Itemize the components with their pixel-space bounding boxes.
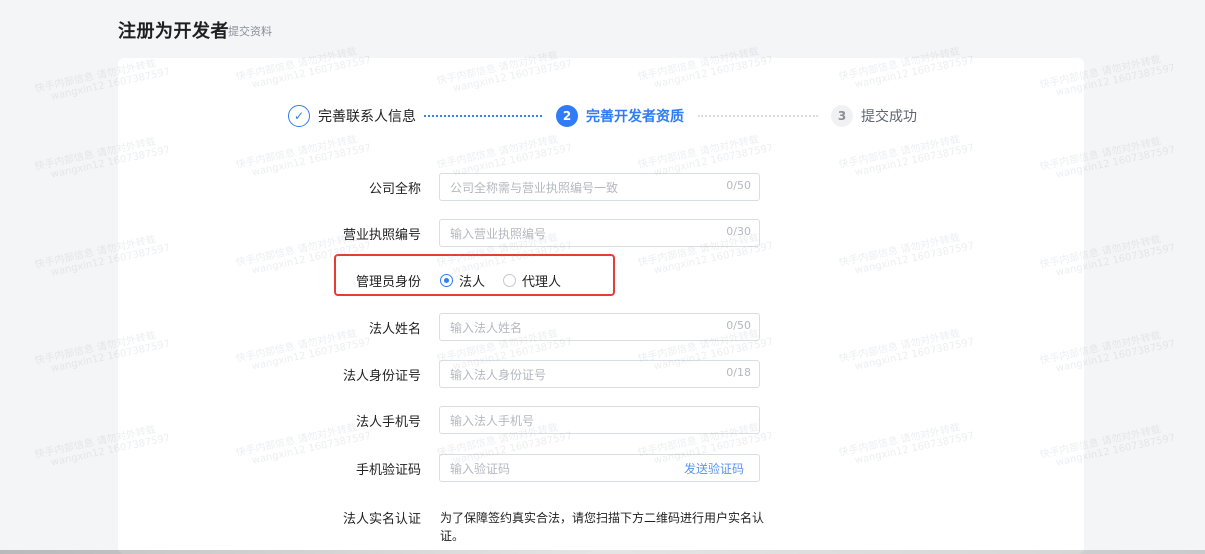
license-number-placeholder: 输入营业执照编号	[450, 227, 547, 241]
step-connector-2	[698, 115, 818, 119]
legal-name-label: 法人姓名	[368, 322, 421, 337]
license-number-counter: 0/30	[726, 225, 751, 238]
step-contact-info-label: 完善联系人信息	[318, 109, 416, 125]
legal-name-input[interactable]: 输入法人姓名 0/50	[439, 313, 760, 341]
legal-name-row: 法人姓名 输入法人姓名 0/50	[118, 313, 1084, 341]
admin-identity-agent-radio[interactable]: 代理人	[503, 271, 561, 290]
step-submit-success-label: 提交成功	[861, 109, 917, 125]
admin-identity-label: 管理员身份	[355, 275, 421, 290]
legal-id-counter: 0/18	[726, 366, 751, 379]
verification-code-input[interactable]: 输入验证码 发送验证码	[439, 454, 760, 482]
admin-identity-row: 管理员身份 法人 代理人	[118, 266, 1084, 294]
admin-identity-radio-group: 法人 代理人	[440, 269, 561, 291]
admin-identity-legal-person-radio[interactable]: 法人	[440, 271, 485, 290]
page-title: 注册为开发者	[118, 21, 229, 42]
license-number-row: 营业执照编号 输入营业执照编号 0/30	[118, 219, 1084, 247]
company-name-counter: 0/50	[726, 179, 751, 192]
admin-identity-agent-label: 代理人	[522, 274, 562, 290]
completed-check-icon: ✓	[288, 105, 310, 127]
company-name-label: 公司全称	[368, 182, 421, 197]
developer-form: 公司全称 公司全称需与营业执照编号一致 0/50 营业执照编号 输入营业执照编号…	[118, 162, 1084, 552]
top-header: 注册为开发者 提交资料	[0, 0, 1205, 60]
company-name-input[interactable]: 公司全称需与营业执照编号一致 0/50	[439, 173, 760, 201]
page-subtitle: 提交资料	[228, 25, 272, 38]
admin-identity-legal-person-label: 法人	[459, 274, 486, 290]
legal-phone-row: 法人手机号 输入法人手机号	[118, 406, 1084, 434]
legal-phone-label: 法人手机号	[355, 415, 421, 430]
legal-id-label: 法人身份证号	[342, 369, 421, 384]
legal-name-counter: 0/50	[726, 319, 751, 332]
verification-code-placeholder: 输入验证码	[450, 462, 511, 476]
legal-phone-placeholder: 输入法人手机号	[450, 414, 535, 428]
page: 注册为开发者 提交资料 ✓ 完善联系人信息 2 完善开发者资质 3 提交成功 公…	[0, 0, 1205, 554]
step-submit-success[interactable]: 3 提交成功	[831, 104, 917, 128]
radio-selected-icon	[440, 273, 453, 287]
real-name-verify-label: 法人实名认证	[342, 512, 421, 527]
verification-code-label: 手机验证码	[355, 463, 421, 478]
step-3-badge: 3	[831, 105, 853, 127]
step-2-badge: 2	[556, 105, 578, 127]
step-contact-info[interactable]: ✓ 完善联系人信息	[288, 104, 416, 128]
real-name-verify-row: 法人实名认证 为了保障签约真实合法，请您扫描下方二维码进行用户实名认证。	[118, 503, 1084, 543]
radio-unselected-icon	[503, 273, 517, 287]
verification-code-row: 手机验证码 输入验证码 发送验证码	[118, 454, 1084, 482]
real-name-verify-description: 为了保障签约真实合法，请您扫描下方二维码进行用户实名认证。	[440, 511, 765, 543]
progress-stepper: ✓ 完善联系人信息 2 完善开发者资质 3 提交成功	[288, 104, 938, 128]
send-code-button[interactable]: 发送验证码	[684, 460, 744, 477]
registration-card: ✓ 完善联系人信息 2 完善开发者资质 3 提交成功 公司全称 公司全称需与营业…	[118, 58, 1084, 554]
legal-id-input[interactable]: 输入法人身份证号 0/18	[439, 360, 760, 388]
step-developer-qualification-label: 完善开发者资质	[586, 109, 684, 125]
step-developer-qualification[interactable]: 2 完善开发者资质	[556, 104, 684, 128]
legal-id-placeholder: 输入法人身份证号	[450, 368, 547, 382]
company-name-placeholder: 公司全称需与营业执照编号一致	[450, 181, 619, 195]
legal-phone-input[interactable]: 输入法人手机号	[439, 406, 760, 434]
legal-name-placeholder: 输入法人姓名	[450, 321, 523, 335]
legal-id-row: 法人身份证号 输入法人身份证号 0/18	[118, 360, 1084, 388]
license-number-label: 营业执照编号	[342, 228, 421, 243]
step-connector-1	[424, 115, 542, 119]
license-number-input[interactable]: 输入营业执照编号 0/30	[439, 219, 760, 247]
bottom-edge-shadow	[0, 550, 1205, 554]
company-name-row: 公司全称 公司全称需与营业执照编号一致 0/50	[118, 173, 1084, 201]
